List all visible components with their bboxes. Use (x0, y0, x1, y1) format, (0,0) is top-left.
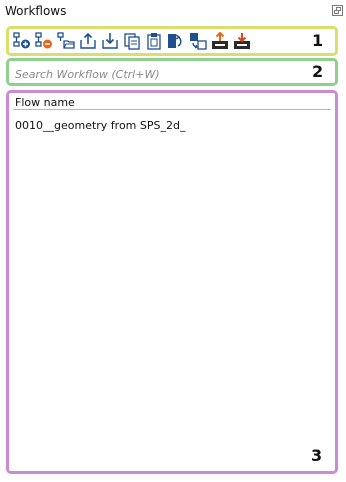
toolbar-icons (13, 32, 251, 52)
export-workflow-button[interactable] (79, 32, 97, 50)
workflow-list: Flow name 0010__geometry from SPS_2d_ 3 (6, 90, 338, 474)
paste-icon (147, 33, 161, 50)
restore-window-icon[interactable] (332, 5, 343, 16)
download-icon (234, 33, 250, 49)
callout-3: 3 (311, 446, 323, 465)
paste-workflow-button[interactable] (145, 32, 163, 50)
import-icon (102, 33, 118, 49)
column-header-flow-name[interactable]: Flow name (13, 95, 331, 110)
upload-workflow-button[interactable] (211, 32, 229, 50)
copy-workflow-button[interactable] (123, 32, 141, 50)
download-workflow-button[interactable] (233, 32, 251, 50)
workflow-toolbar: 1 (6, 26, 338, 56)
search-workflow-input[interactable] (13, 64, 307, 84)
list-item[interactable]: 0010__geometry from SPS_2d_ (15, 118, 331, 134)
remove-workflow-button[interactable] (35, 32, 53, 50)
refresh-workflow-button[interactable] (189, 32, 207, 50)
open-workflow-button[interactable] (57, 32, 75, 50)
add-workflow-icon (13, 32, 30, 49)
export-icon (80, 32, 96, 49)
callout-1: 1 (312, 31, 324, 50)
panel-title: Workflows (5, 4, 67, 18)
upload-icon (212, 32, 228, 49)
remove-workflow-icon (35, 32, 52, 49)
import-workflow-button[interactable] (101, 32, 119, 50)
panel-header: Workflows (0, 0, 346, 24)
open-folder-icon (57, 32, 75, 49)
rename-workflow-button[interactable] (167, 32, 185, 50)
search-box: 2 (6, 58, 338, 86)
add-workflow-button[interactable] (13, 32, 31, 50)
refresh-icon (190, 33, 207, 50)
copy-icon (124, 33, 140, 50)
rename-icon (168, 34, 182, 48)
callout-2: 2 (312, 62, 324, 81)
